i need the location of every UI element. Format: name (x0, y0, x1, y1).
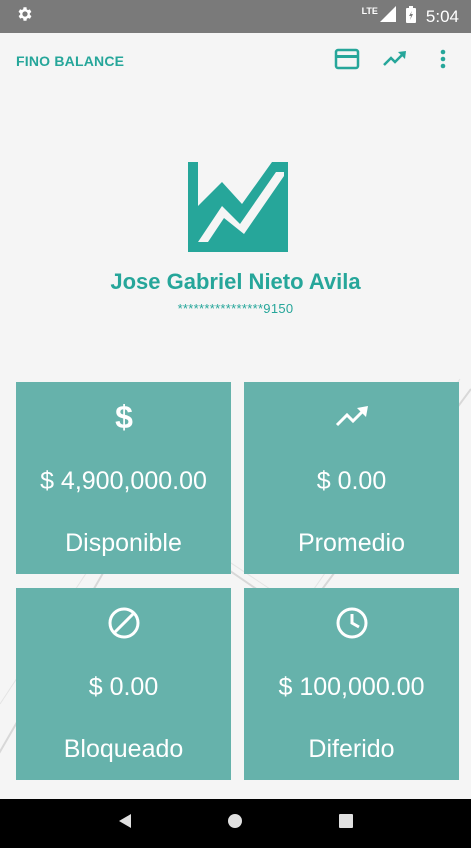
tile-amount: $ 0.00 (88, 673, 159, 701)
back-triangle-icon (118, 813, 132, 834)
back-button[interactable] (110, 809, 140, 839)
tile-label: Disponible (65, 529, 182, 557)
settings-gear-icon (16, 5, 34, 28)
tile-amount: $ 100,000.00 (278, 673, 425, 701)
clock-icon (335, 606, 369, 640)
home-button[interactable] (220, 809, 250, 839)
tile-amount: $ 4,900,000.00 (40, 467, 207, 495)
home-circle-icon (227, 813, 243, 834)
system-nav-bar (0, 799, 471, 848)
card-icon (334, 48, 360, 75)
more-vert-icon (440, 49, 446, 74)
trending-up-icon (335, 400, 369, 434)
tile-label: Diferido (308, 735, 395, 763)
tile-diferido[interactable]: $ 100,000.00 Diferido (244, 588, 459, 780)
signal-icon (379, 6, 396, 27)
balance-grid: $ $ 4,900,000.00 Disponible $ 0.00 Prome… (16, 382, 459, 780)
tile-label: Bloqueado (63, 735, 184, 763)
recents-square-icon (338, 814, 353, 833)
app-logo (188, 162, 288, 252)
network-type: LTE (361, 5, 378, 16)
trending-up-icon (382, 50, 408, 73)
masked-card-number: ****************9150 (177, 301, 294, 316)
tile-label: Promedio (298, 529, 405, 557)
battery-icon (405, 5, 416, 28)
trending-button[interactable] (381, 47, 409, 75)
overflow-menu-button[interactable] (429, 47, 457, 75)
card-button[interactable] (333, 47, 361, 75)
clock-time: 5:04 (425, 6, 459, 26)
app-title: FINO BALANCE (16, 53, 125, 69)
tile-amount: $ 0.00 (316, 467, 387, 495)
block-icon (107, 606, 141, 640)
tile-bloqueado[interactable]: $ 0.00 Bloqueado (16, 588, 231, 780)
status-indicators: LTE 5:04 (361, 5, 459, 28)
svg-text:$: $ (115, 401, 133, 433)
account-holder-name: Jose Gabriel Nieto Avila (110, 269, 361, 294)
app-bar: FINO BALANCE (0, 33, 471, 89)
tile-disponible[interactable]: $ $ 4,900,000.00 Disponible (16, 382, 231, 574)
recents-button[interactable] (331, 809, 361, 839)
status-bar: LTE 5:04 (0, 0, 471, 33)
dollar-icon: $ (107, 400, 141, 434)
tile-promedio[interactable]: $ 0.00 Promedio (244, 382, 459, 574)
app-actions (333, 47, 457, 75)
